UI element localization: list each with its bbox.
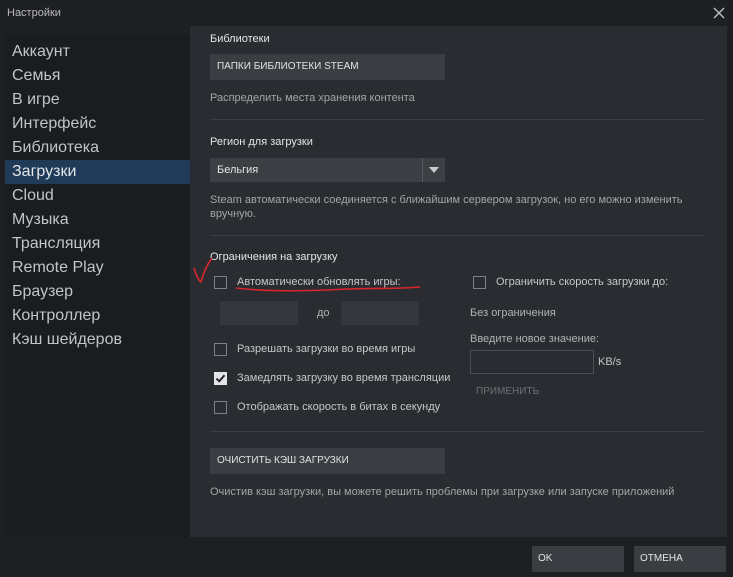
sidebar-item-cloud[interactable]: Cloud	[5, 184, 190, 208]
clear-download-cache-button[interactable]: ОЧИСТИТЬ КЭШ ЗАГРУЗКИ	[210, 448, 445, 474]
sidebar-nav: Аккаунт Семья В игре Интерфейс Библиотек…	[5, 40, 190, 352]
no-limit-text: Без ограничения	[470, 307, 556, 319]
new-value-label: Введите новое значение:	[470, 333, 600, 345]
sidebar-item-music[interactable]: Музыка	[5, 208, 190, 232]
divider	[210, 235, 704, 236]
region-description: Steam автоматически соединяется с ближай…	[210, 194, 683, 220]
auto-update-checkbox[interactable]	[214, 276, 227, 289]
apply-button[interactable]: ПРИМЕНИТЬ	[476, 386, 539, 397]
speed-limit-input[interactable]	[470, 350, 594, 374]
divider	[210, 119, 704, 120]
bits-per-second-checkbox[interactable]	[214, 401, 227, 414]
sidebar-item-controller[interactable]: Контроллер	[5, 304, 190, 328]
libraries-title: Библиотеки	[210, 33, 270, 45]
close-icon[interactable]	[711, 5, 727, 21]
region-title: Регион для загрузки	[210, 136, 313, 148]
checkmark-icon	[215, 374, 226, 383]
bits-per-second-label: Отображать скорость в битах в секунду	[237, 401, 441, 413]
sidebar-item-downloads[interactable]: Загрузки	[5, 160, 190, 184]
limit-speed-label: Ограничить скорость загрузки до:	[496, 276, 669, 288]
time-separator: до	[317, 307, 330, 319]
allow-during-game-label: Разрешать загрузки во время игры	[237, 343, 416, 355]
sidebar-item-library[interactable]: Библиотека	[5, 136, 190, 160]
sidebar-item-account[interactable]: Аккаунт	[5, 40, 190, 64]
divider	[210, 431, 704, 432]
ok-button[interactable]: OK	[532, 546, 624, 572]
auto-update-end-time[interactable]	[341, 301, 419, 325]
window-title: Настройки	[7, 7, 61, 19]
allow-during-game-checkbox[interactable]	[214, 343, 227, 356]
sidebar-item-remote-play[interactable]: Remote Play	[5, 256, 190, 280]
region-selected-value: Бельгия	[217, 164, 259, 176]
speed-unit: KB/s	[598, 356, 622, 368]
auto-update-start-time[interactable]	[220, 301, 298, 325]
region-select[interactable]: Бельгия	[210, 158, 445, 182]
limit-speed-checkbox[interactable]	[473, 276, 486, 289]
sidebar-item-in-game[interactable]: В игре	[5, 88, 190, 112]
restrictions-title: Ограничения на загрузку	[210, 251, 338, 263]
libraries-description: Распределить места хранения контента	[210, 92, 415, 104]
sidebar-item-family[interactable]: Семья	[5, 64, 190, 88]
sidebar-item-browser[interactable]: Браузер	[5, 280, 190, 304]
library-folders-button[interactable]: ПАПКИ БИБЛИОТЕКИ STEAM	[210, 54, 445, 80]
cache-description: Очистив кэш загрузки, вы можете решить п…	[210, 486, 675, 498]
downloads-panel: Библиотеки ПАПКИ БИБЛИОТЕКИ STEAM Распре…	[190, 26, 727, 537]
throttle-streaming-label: Замедлять загрузку во время трансляции	[237, 372, 451, 384]
sidebar-item-shader-cache[interactable]: Кэш шейдеров	[5, 328, 190, 352]
auto-update-label: Автоматически обновлять игры:	[237, 276, 401, 288]
cancel-button[interactable]: ОТМЕНА	[634, 546, 726, 572]
window-titlebar: Настройки	[0, 0, 733, 26]
sidebar-item-interface[interactable]: Интерфейс	[5, 112, 190, 136]
sidebar: Аккаунт Семья В игре Интерфейс Библиотек…	[5, 35, 190, 537]
dropdown-toggle[interactable]	[422, 158, 445, 182]
throttle-streaming-checkbox[interactable]	[214, 372, 227, 385]
chevron-down-icon	[429, 167, 439, 173]
sidebar-item-broadcast[interactable]: Трансляция	[5, 232, 190, 256]
